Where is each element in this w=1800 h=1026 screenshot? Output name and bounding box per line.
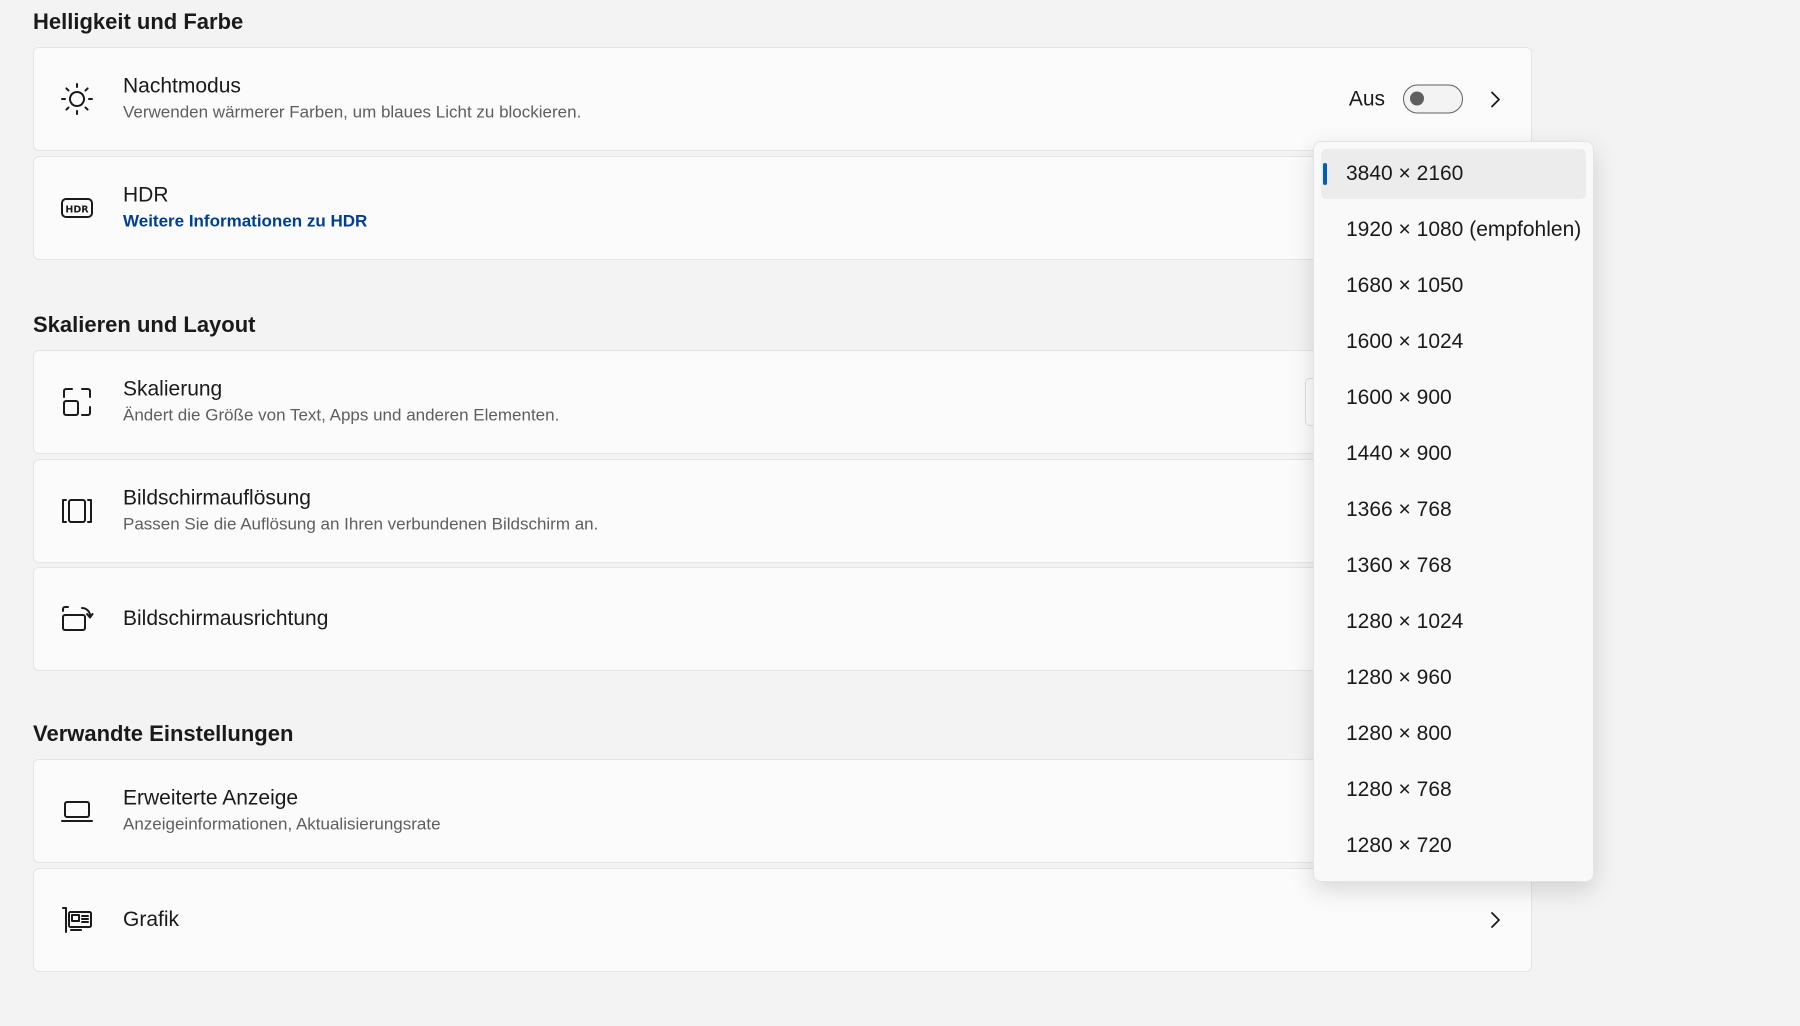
resolution-option[interactable]: 1360 × 768: [1321, 541, 1586, 591]
resolution-option[interactable]: 1680 × 1050: [1321, 261, 1586, 311]
resolution-desc: Passen Sie die Auflösung an Ihren verbun…: [123, 514, 599, 534]
graphics-card-icon: [60, 903, 94, 937]
scaling-card[interactable]: Skalierung Ändert die Größe von Text, Ap…: [33, 350, 1532, 454]
svg-text:HDR: HDR: [65, 205, 89, 216]
hdr-title: HDR: [123, 183, 169, 207]
orientation-icon: [60, 602, 94, 636]
scaling-desc: Ändert die Größe von Text, Apps und ande…: [123, 405, 560, 425]
scale-icon: [60, 385, 94, 419]
hdr-icon: HDR: [60, 191, 94, 225]
toggle-knob: [1410, 91, 1424, 106]
resolution-option[interactable]: 1280 × 1024: [1321, 597, 1586, 647]
resolution-card[interactable]: Bildschirmauflösung Passen Sie die Auflö…: [33, 459, 1532, 563]
advanced-display-desc: Anzeigeinformationen, Aktualisierungsrat…: [123, 814, 441, 834]
resolution-option[interactable]: 1280 × 720: [1321, 821, 1586, 871]
resolution-option[interactable]: 1366 × 768: [1321, 485, 1586, 535]
section-title-brightness: Helligkeit und Farbe: [33, 9, 244, 34]
resolution-option[interactable]: 1280 × 960: [1321, 653, 1586, 703]
resolution-option[interactable]: 1600 × 1024: [1321, 317, 1586, 367]
night-mode-toggle-label: Aus: [1348, 87, 1385, 110]
resolution-option[interactable]: 1440 × 900: [1321, 429, 1586, 479]
resolution-title: Bildschirmauflösung: [123, 486, 311, 510]
graphics-card[interactable]: Grafik: [33, 868, 1532, 972]
advanced-display-title: Erweiterte Anzeige: [123, 786, 299, 810]
orientation-card[interactable]: Bildschirmausrichtung: [33, 567, 1532, 671]
orientation-title: Bildschirmausrichtung: [123, 607, 329, 630]
section-title-related: Verwandte Einstellungen: [33, 721, 294, 746]
night-mode-title: Nachtmodus: [123, 74, 241, 98]
night-mode-toggle[interactable]: [1403, 84, 1463, 114]
night-light-icon: [60, 82, 94, 116]
scaling-title: Skalierung: [123, 377, 223, 401]
monitor-icon: [60, 794, 94, 828]
graphics-title: Grafik: [123, 908, 180, 931]
resolution-option[interactable]: 1600 × 900: [1321, 373, 1586, 423]
display-settings-page: Helligkeit und Farbe Nachtmodus Verwende…: [0, 0, 1800, 1026]
resolution-option[interactable]: 1280 × 768: [1321, 765, 1586, 815]
resolution-option[interactable]: 1280 × 800: [1321, 709, 1586, 759]
selection-indicator: [1323, 163, 1327, 185]
hdr-learn-more-link[interactable]: Weitere Informationen zu HDR: [123, 210, 367, 234]
chevron-right-icon[interactable]: [1485, 89, 1505, 109]
night-mode-card[interactable]: Nachtmodus Verwenden wärmerer Farben, um…: [33, 47, 1532, 151]
resolution-option-selected[interactable]: 3840 × 2160: [1321, 149, 1586, 199]
night-mode-desc: Verwenden wärmerer Farben, um blaues Lic…: [123, 102, 582, 122]
resolution-icon: [60, 494, 94, 528]
section-title-scale: Skalieren und Layout: [33, 312, 256, 337]
resolution-option[interactable]: 1920 × 1080 (empfohlen): [1321, 205, 1586, 255]
resolution-dropdown-list[interactable]: 3840 × 2160 1920 × 1080 (empfohlen) 1680…: [1313, 141, 1594, 882]
chevron-right-icon[interactable]: [1485, 910, 1505, 930]
advanced-display-card[interactable]: Erweiterte Anzeige Anzeigeinformationen,…: [33, 759, 1532, 863]
hdr-card[interactable]: HDR HDR Weitere Informationen zu HDR: [33, 156, 1532, 260]
